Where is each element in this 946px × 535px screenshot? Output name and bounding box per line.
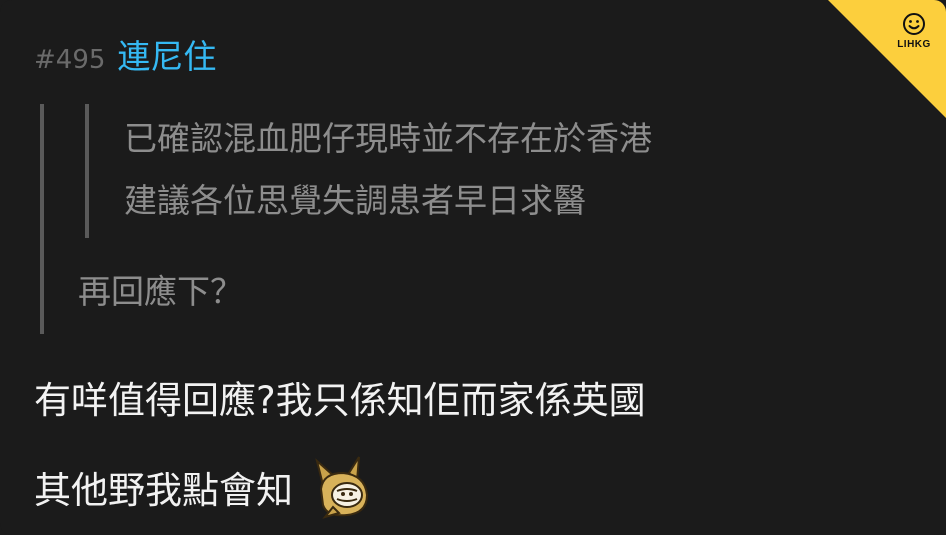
reply-line: 其他野我點會知: [34, 446, 646, 535]
quote-text: 再回應下？: [78, 272, 243, 311]
post-header: #495 連尼住: [34, 30, 216, 78]
reply-line-text: 有咩值得回應?我只係知佢而家係英國: [34, 379, 646, 422]
brand-badge: LIHKG: [892, 12, 936, 50]
nested-quote-line: 建議各位思覺失調患者早日求醫: [124, 181, 586, 220]
nested-quote-line: 已確認混血肥仔現時並不存在於香港: [124, 119, 652, 158]
smiley-icon: [903, 13, 925, 35]
laughing-dog-emoticon-icon: [313, 455, 371, 519]
floor-number: #495: [34, 45, 106, 75]
quote-outer-bar: [40, 104, 44, 334]
nested-quote: 已確認混血肥仔現時並不存在於香港 建議各位思覺失調患者早日求醫: [124, 108, 652, 232]
post-card: #495 連尼住 已確認混血肥仔現時並不存在於香港 建議各位思覺失調患者早日求醫…: [0, 0, 946, 535]
reply-body: 有咩值得回應?我只係知佢而家係英國 其他野我點會知: [34, 356, 646, 535]
username-link[interactable]: 連尼住: [117, 30, 216, 78]
quote-inner-bar: [85, 104, 89, 238]
reply-line: 有咩值得回應?我只係知佢而家係英國: [34, 356, 646, 446]
brand-label: LIHKG: [897, 39, 931, 50]
reply-line-text: 其他野我點會知: [34, 469, 293, 512]
